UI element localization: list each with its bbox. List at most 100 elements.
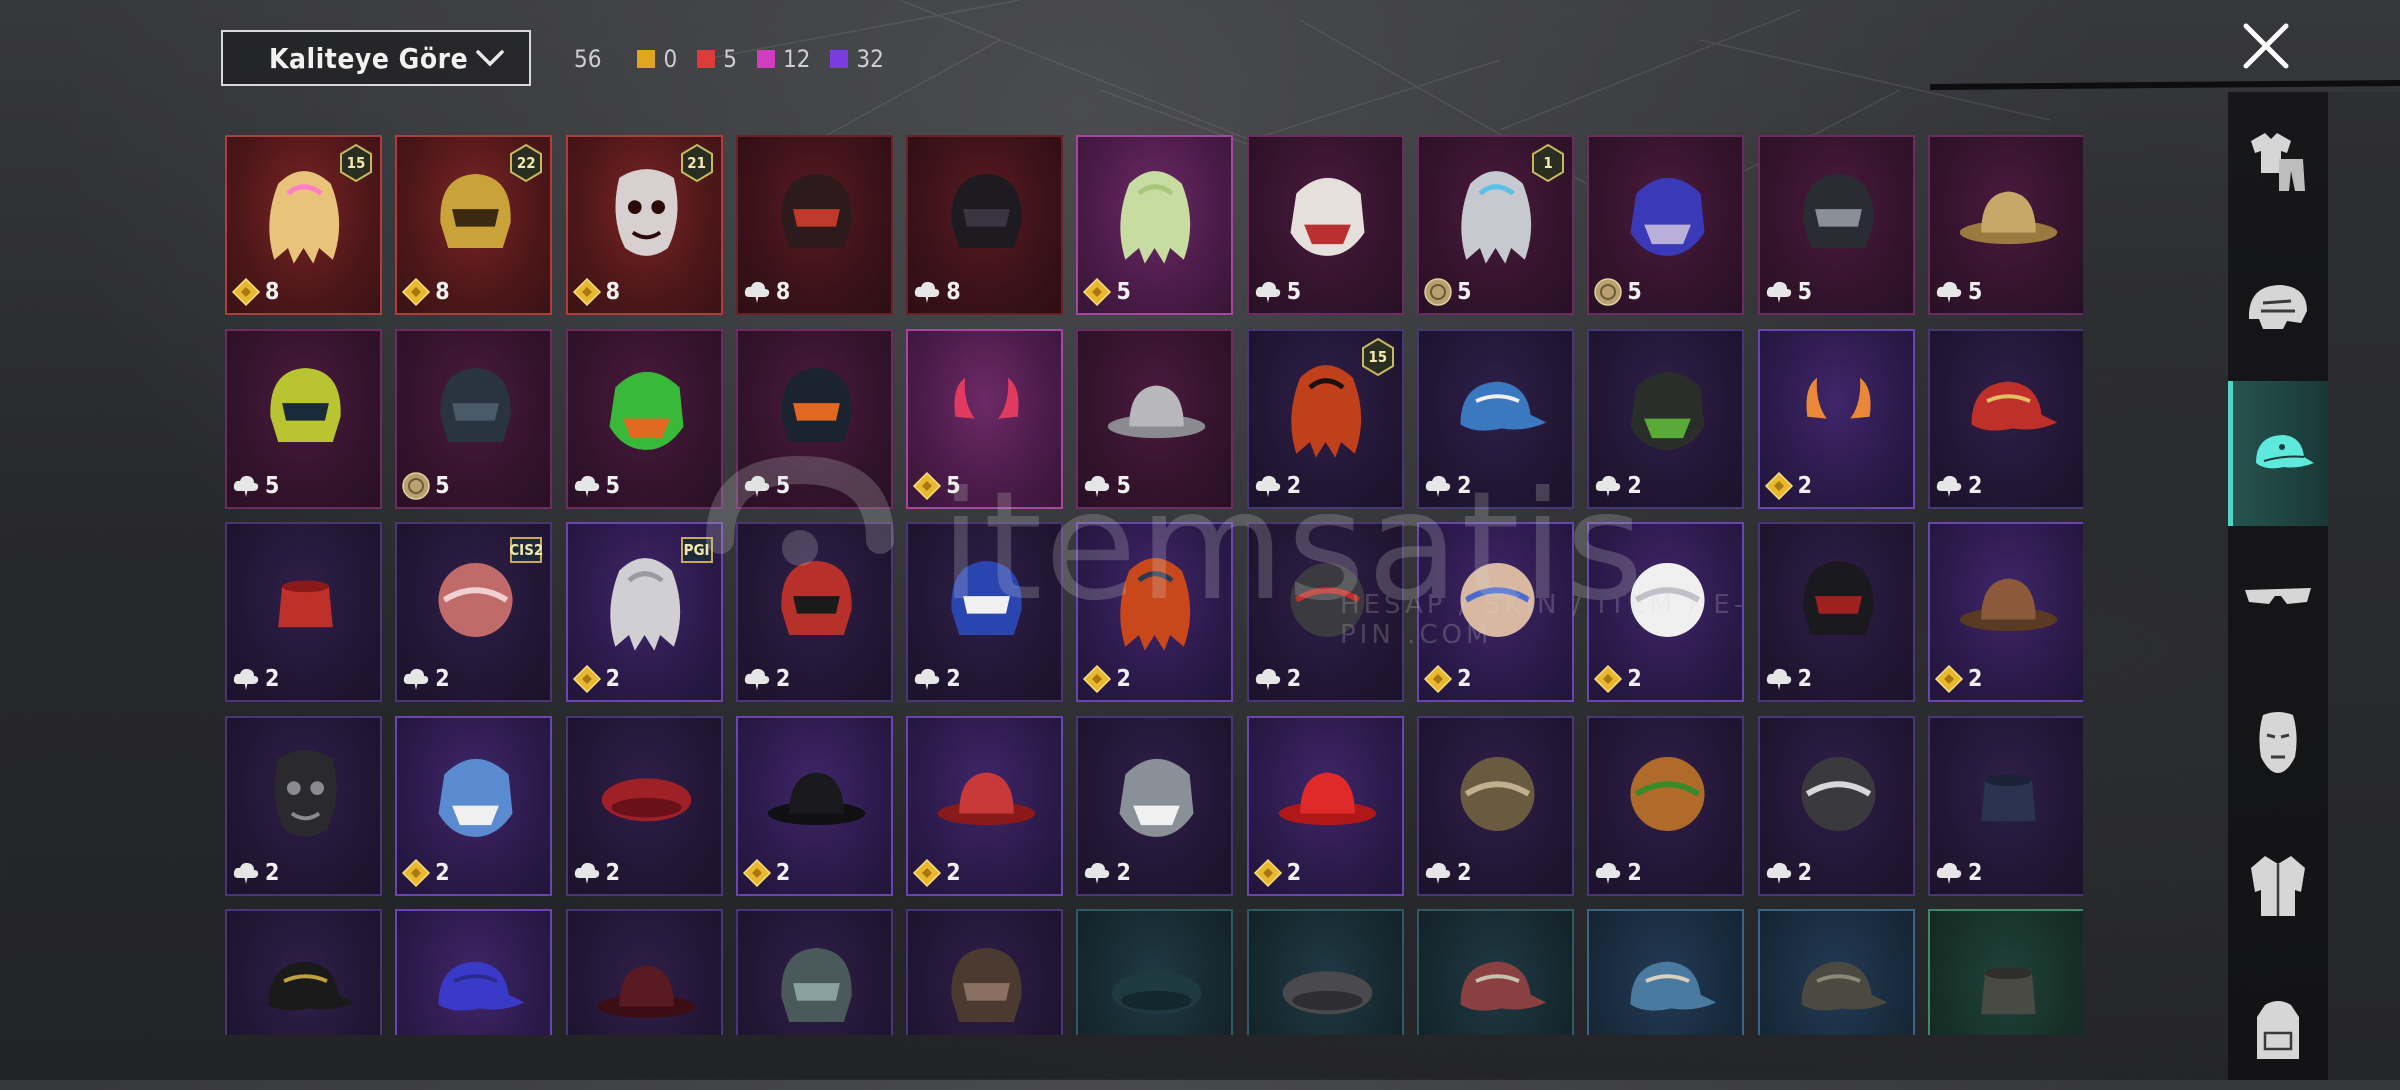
item-quantity: 2	[1764, 664, 1812, 694]
inventory-item[interactable]: 2	[395, 715, 553, 896]
gold-coin-icon	[402, 277, 431, 307]
inventory-item[interactable]: 2	[1417, 715, 1575, 896]
trucker-cap-icon	[1460, 961, 1547, 1011]
item-quantity: 2	[1253, 858, 1301, 888]
item-quantity: 5	[1082, 277, 1131, 307]
inventory-item[interactable]: 5	[395, 328, 553, 509]
item-quantity: 2	[1253, 471, 1301, 501]
inventory-item[interactable]: 2	[1587, 715, 1745, 896]
inventory-item[interactable]: 2	[1927, 328, 2083, 509]
inventory-item[interactable]: 2	[906, 715, 1064, 896]
inventory-item[interactable]: 5	[1076, 135, 1234, 315]
inventory-item[interactable]: 5	[735, 328, 893, 509]
inventory-item[interactable]: 2	[1927, 522, 2083, 702]
inventory-item[interactable]: 8	[735, 135, 893, 315]
item-count: 8	[265, 279, 280, 305]
item-count: 8	[775, 279, 791, 305]
inventory-item[interactable]: 8	[906, 135, 1064, 315]
baseball-helmet-icon	[951, 561, 1022, 636]
rarity-count-bar: 56 0 5 12 32	[574, 42, 904, 76]
item-quantity: 2	[1253, 664, 1301, 694]
item-count: 5	[435, 472, 450, 499]
inventory-item[interactable]: 15 2	[1246, 328, 1404, 509]
sort-dropdown[interactable]: Kaliteye Göre	[221, 30, 531, 86]
cloud-currency-icon	[1255, 668, 1280, 690]
inventory-item[interactable]: 15 8	[225, 135, 382, 315]
inventory-item[interactable]: 2	[1417, 909, 1575, 1035]
wrestler-mask-icon	[274, 749, 337, 837]
inventory-item[interactable]: PGI 2	[565, 522, 723, 702]
dark-helmet-icon	[951, 174, 1022, 249]
inventory-item[interactable]: 2	[1927, 715, 2083, 896]
inventory-item[interactable]: 2	[1417, 522, 1575, 702]
aviator-cap-icon	[951, 948, 1022, 1023]
item-count: 2	[1116, 666, 1131, 692]
inventory-item[interactable]: 2	[735, 715, 893, 896]
inventory-item[interactable]: 2	[395, 909, 553, 1035]
inventory-item[interactable]: 15	[1417, 135, 1575, 315]
inventory-item[interactable]: 2	[1927, 909, 2083, 1035]
inventory-item[interactable]: 2	[735, 522, 893, 702]
inventory-item[interactable]: 21 8	[565, 135, 723, 315]
inventory-item[interactable]: 2	[1076, 909, 1234, 1035]
sidebar-item-mask[interactable]	[2228, 682, 2328, 802]
sidebar-item-glasses[interactable]	[2228, 535, 2328, 655]
close-icon[interactable]	[2240, 20, 2292, 72]
inventory-item[interactable]: 2	[906, 522, 1064, 702]
inventory-item[interactable]: 2	[225, 715, 382, 896]
item-count: 2	[1797, 666, 1813, 692]
item-quantity: 2	[401, 858, 450, 888]
inventory-item[interactable]: 2	[1076, 715, 1234, 896]
inventory-item[interactable]: 2	[906, 909, 1064, 1035]
inventory-item[interactable]: 5	[1587, 135, 1745, 315]
level-badge-text: 1	[1543, 154, 1553, 172]
inventory-item[interactable]: 2	[1076, 522, 1234, 702]
sidebar-item-helmet[interactable]	[2228, 248, 2328, 368]
inventory-item[interactable]: 5	[1076, 328, 1234, 509]
inventory-item[interactable]: 5	[1757, 135, 1915, 315]
inventory-item[interactable]: 5	[1927, 135, 2083, 315]
item-count: 5	[605, 472, 620, 499]
inventory-item[interactable]: 2	[1757, 522, 1915, 702]
item-grid-inner: 15 8 22 8 21 8 8 8 5 5 1 5 5 5 5 5 5 5 5 5 5 15 2 2 2 2 2 2 CIS2 2 PGI…	[225, 135, 2083, 1035]
inventory-item[interactable]: 22 8	[395, 135, 553, 315]
inventory-item[interactable]: 2	[1757, 328, 1915, 509]
inventory-item[interactable]: 2	[1587, 909, 1745, 1035]
item-count: 2	[1797, 859, 1813, 886]
burger-hat-icon	[1630, 756, 1705, 831]
level-badge: 1	[1530, 143, 1566, 183]
cloud-currency-icon	[1596, 475, 1621, 497]
inventory-item[interactable]: 2	[1757, 909, 1915, 1035]
sidebar-item-outfit[interactable]	[2228, 100, 2328, 220]
inventory-item[interactable]: 5	[225, 328, 382, 509]
inventory-item[interactable]: 2	[1757, 715, 1915, 896]
inventory-item[interactable]: 2	[225, 909, 382, 1035]
sidebar-item-hat[interactable]	[2228, 381, 2328, 526]
inventory-item[interactable]: 5	[565, 328, 723, 509]
item-quantity: 8	[572, 277, 620, 307]
sidebar-item-jacket[interactable]	[2228, 825, 2328, 945]
inventory-item[interactable]: 5	[1246, 135, 1404, 315]
inventory-item[interactable]: 2	[1246, 909, 1404, 1035]
inventory-item[interactable]: 5	[906, 328, 1064, 509]
inventory-item[interactable]: CIS2 2	[395, 522, 553, 702]
inventory-item[interactable]: 2	[1246, 522, 1404, 702]
horns-icon	[954, 377, 1019, 419]
inventory-item[interactable]: 2	[735, 909, 893, 1035]
inventory-item[interactable]: 2	[225, 522, 382, 702]
header-accent-line	[1930, 80, 2400, 90]
inventory-item[interactable]: 2	[1417, 328, 1575, 509]
sidebar-item-backpack[interactable]	[2228, 970, 2328, 1090]
inventory-item[interactable]: 2	[565, 909, 723, 1035]
item-count: 5	[1116, 279, 1131, 305]
pink-swatch	[756, 50, 775, 68]
inventory-item[interactable]: 2	[565, 715, 723, 896]
inventory-item[interactable]: 2	[1587, 328, 1745, 509]
top-hat-icon	[767, 772, 866, 825]
inventory-item[interactable]: 2	[1246, 715, 1404, 896]
item-quantity: 2	[401, 664, 450, 694]
camo-cap-icon	[1801, 961, 1887, 1011]
cloud-currency-icon	[1766, 281, 1791, 303]
inventory-item[interactable]: 2	[1587, 522, 1745, 702]
item-quantity: 5	[231, 471, 279, 501]
